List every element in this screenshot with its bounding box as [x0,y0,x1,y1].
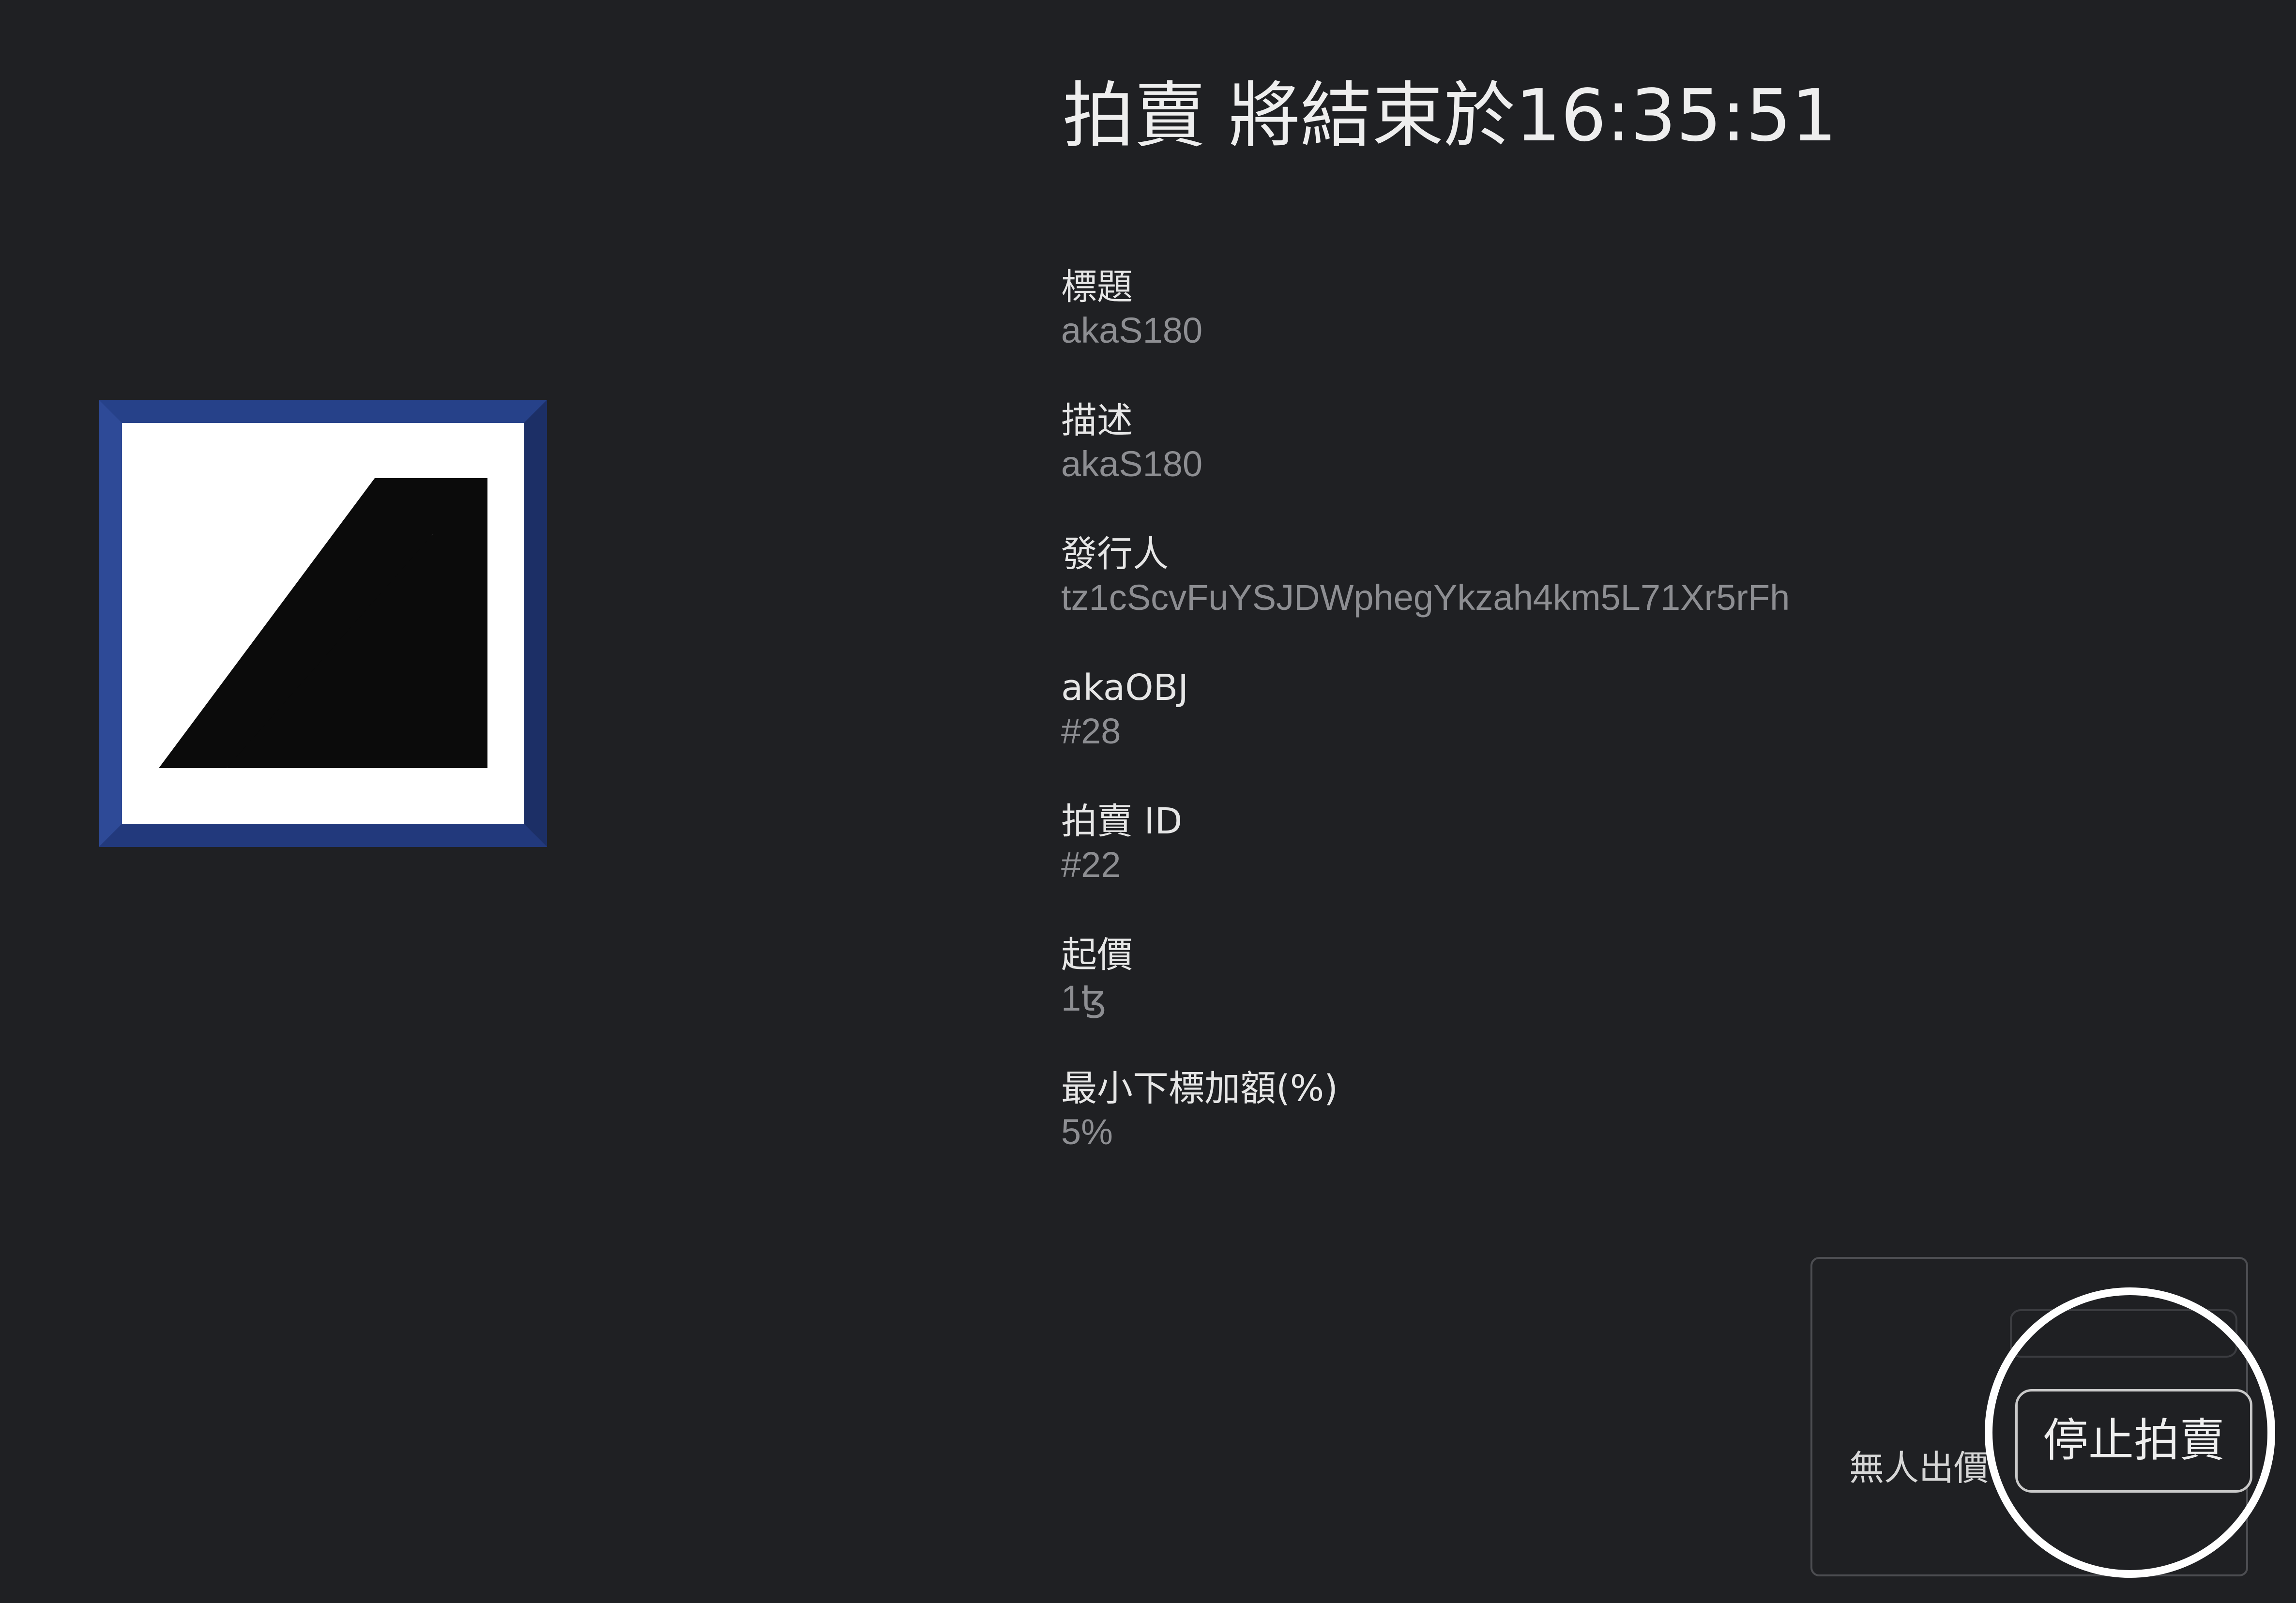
detail-auction-id: 拍賣 ID #22 [1061,800,1790,933]
detail-value: tz1cScvFuYSJDWphegYkzah4km5L71Xr5rFh [1061,577,1790,618]
hidden-panel-button [2010,1309,2237,1358]
detail-label: akaOBJ [1061,667,1189,709]
no-bids-status: 無人出價 [1849,1448,1989,1488]
auction-details: 標題 akaS180 描述 akaS180 發行人 tz1cScvFuYSJDW… [1061,265,1790,1200]
detail-title: 標題 akaS180 [1061,265,1790,399]
detail-value: akaS180 [1061,310,1203,350]
detail-description: 描述 akaS180 [1061,399,1790,532]
detail-label: 標題 [1061,266,1133,308]
stop-auction-button[interactable]: 停止拍賣 [2015,1389,2252,1493]
detail-value: #28 [1061,711,1121,751]
artwork-image [99,400,547,847]
detail-issuer: 發行人 tz1cScvFuYSJDWphegYkzah4km5L71Xr5rFh [1061,532,1790,666]
detail-label: 發行人 [1061,533,1169,575]
detail-label: 描述 [1061,400,1133,441]
detail-value: 1ꜩ [1061,978,1107,1018]
detail-min-increment: 最小下標加額(%) 5% [1061,1067,1790,1200]
detail-starting-price: 起價 1ꜩ [1061,933,1790,1067]
detail-value: akaS180 [1061,444,1203,484]
detail-value: 5% [1061,1112,1113,1152]
detail-label: 起價 [1061,934,1133,976]
detail-value: #22 [1061,845,1121,885]
detail-label: 最小下標加額(%) [1061,1068,1338,1109]
auction-end-heading: 拍賣 將結束於16:35:51 [1063,74,1837,157]
detail-akaobj: akaOBJ #28 [1061,666,1790,800]
detail-label: 拍賣 ID [1061,801,1183,842]
